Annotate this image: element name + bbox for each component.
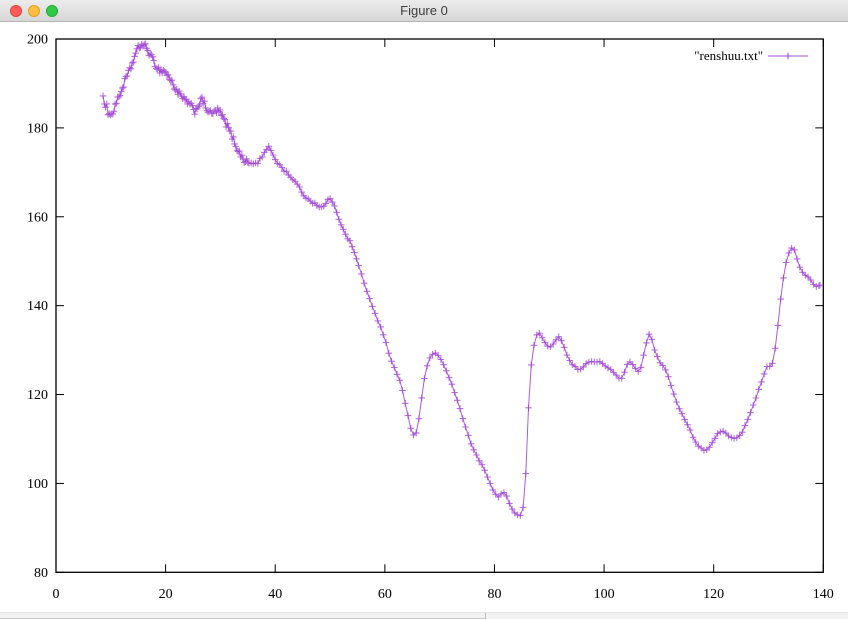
status-bar-divider [485,613,486,619]
x-tick-label: 20 [159,587,173,602]
y-tick-label: 100 [27,477,48,492]
y-tick-label: 120 [27,388,48,403]
plot-svg: 0 20 40 60 80 100 120 140 80 100 120 140 160 180 200 "r… [0,22,848,612]
window-title: Figure 0 [0,0,848,22]
x-tick-label: 100 [594,587,615,602]
series-markers [100,41,824,519]
y-tick-label: 80 [34,566,48,581]
legend-label: "renshuu.txt" [694,48,763,63]
plot-canvas: 0 20 40 60 80 100 120 140 80 100 120 140 160 180 200 "r… [0,22,848,612]
y-tick-label: 140 [27,299,48,314]
x-tick-label: 40 [268,587,282,602]
x-tick-label: 80 [487,587,501,602]
title-bar: Figure 0 [0,0,848,22]
x-tick-label: 140 [813,587,834,602]
plot-frame [56,39,823,572]
x-tick-label: 60 [378,587,392,602]
x-tick-label: 0 [53,587,60,602]
status-bar [0,612,848,619]
y-tick-label: 160 [27,210,48,225]
gnuplot-window: Figure 0 0 20 40 60 80 100 120 140 80 100 120 140 16… [0,0,848,619]
y-tick-label: 200 [27,33,48,48]
legend-plus-marker [785,53,792,60]
y-tick-label: 180 [27,121,48,136]
x-tick-label: 120 [703,587,724,602]
